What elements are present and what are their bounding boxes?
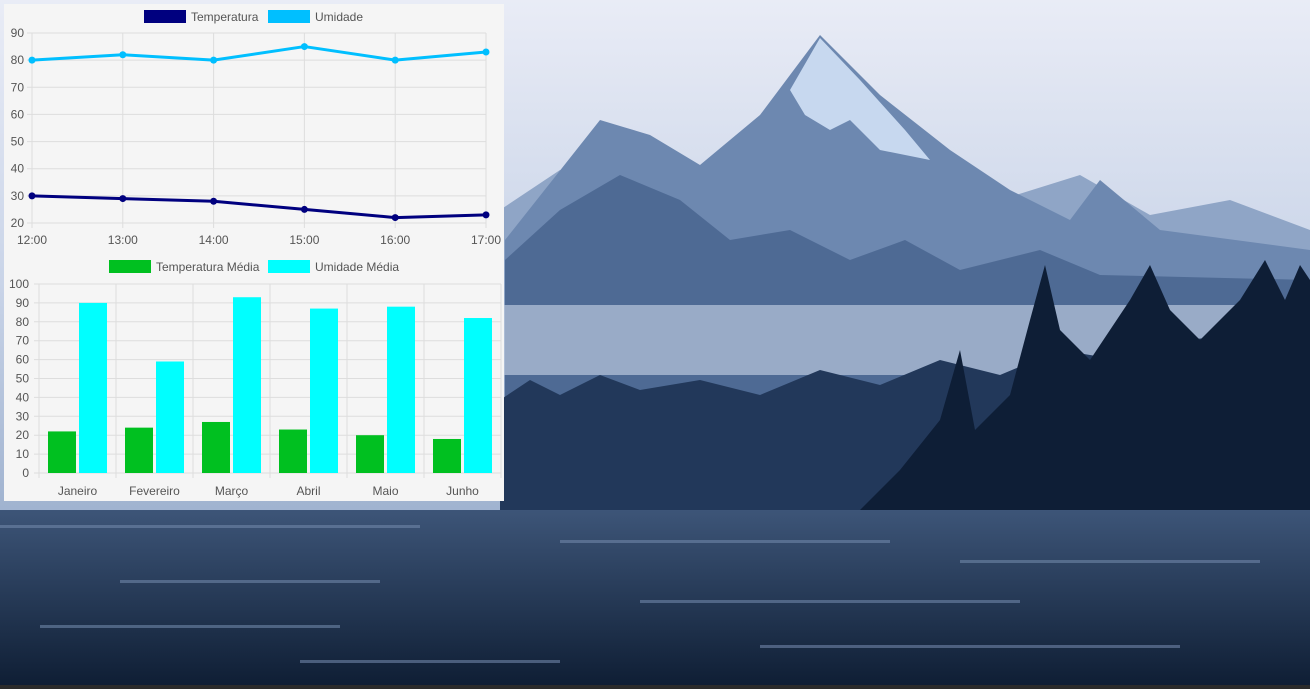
bar-chart-legend[interactable]: Temperatura Média Umidade Média [109,260,399,274]
bar-y-tick-label: 60 [16,353,30,367]
line-point-temperatura[interactable] [210,197,218,205]
line-chart-y-axis: 20 30 40 50 60 70 80 90 [11,26,25,230]
line-point-umidade[interactable] [482,48,490,56]
legend-label-temperatura-media[interactable]: Temperatura Média [156,260,260,274]
bar-temperatura-media[interactable] [202,421,230,473]
bar-chart-x-axis: Janeiro Fevereiro Março Abril Maio Junho [58,484,479,498]
legend-swatch-temperatura-media[interactable] [109,260,151,273]
line-y-tick-label: 60 [11,107,25,121]
line-point-umidade[interactable] [28,56,36,64]
legend-swatch-umidade[interactable] [268,10,310,23]
bar-umidade-media[interactable] [79,302,107,473]
line-chart-series [28,43,490,222]
bar-y-tick-label: 70 [16,334,30,348]
bar-y-tick-label: 80 [16,315,30,329]
line-x-tick-label: 13:00 [108,233,138,247]
legend-label-temperatura[interactable]: Temperatura [191,10,259,24]
line-series-temperatura [31,194,487,220]
line-y-tick-label: 90 [11,26,25,40]
line-chart-temperatura-umidade: Temperatura Umidade 20 30 40 50 60 70 80 90 12:… [11,10,501,247]
line-point-umidade[interactable] [119,51,127,59]
line-point-umidade[interactable] [210,56,218,64]
bar-x-tick-label: Junho [446,484,479,498]
bar-umidade-media[interactable] [310,308,338,473]
bar-umidade-media[interactable] [233,297,261,473]
bar-x-tick-label: Março [215,484,249,498]
bar-x-tick-label: Abril [296,484,320,498]
legend-swatch-temperatura[interactable] [144,10,186,23]
bar-y-tick-label: 10 [16,447,30,461]
line-point-temperatura[interactable] [300,205,308,213]
charts-panel: Temperatura Umidade 20 30 40 50 60 70 80 90 12:… [4,4,504,501]
bar-y-tick-label: 40 [16,390,30,404]
bar-umidade-media[interactable] [464,318,492,473]
line-y-tick-label: 30 [11,189,25,203]
line-point-temperatura[interactable] [391,214,399,222]
legend-label-umidade-media[interactable]: Umidade Média [315,260,399,274]
bar-umidade-media[interactable] [387,306,415,473]
bar-umidade-media[interactable] [156,361,184,473]
line-y-tick-label: 70 [11,80,25,94]
line-y-tick-label: 40 [11,162,25,176]
bar-temperatura-media[interactable] [279,429,307,473]
bar-x-tick-label: Janeiro [58,484,98,498]
bar-y-tick-label: 20 [16,428,30,442]
bar-chart-bars [48,297,492,473]
line-point-temperatura[interactable] [119,195,127,203]
bar-temperatura-media[interactable] [433,438,461,473]
bar-y-tick-label: 50 [16,372,30,386]
line-x-tick-label: 17:00 [471,233,501,247]
taskbar-edge [0,685,1310,689]
bar-y-tick-label: 90 [16,296,30,310]
line-x-tick-label: 15:00 [289,233,319,247]
lake [0,510,1310,689]
line-point-umidade[interactable] [391,56,399,64]
legend-swatch-umidade-media[interactable] [268,260,310,273]
line-series-umidade [31,45,487,62]
line-point-temperatura[interactable] [482,211,490,219]
line-chart-legend[interactable]: Temperatura Umidade [144,10,363,24]
line-x-tick-label: 14:00 [199,233,229,247]
bar-temperatura-media[interactable] [125,427,153,473]
bar-x-tick-label: Fevereiro [129,484,180,498]
line-point-temperatura[interactable] [28,192,36,200]
bar-y-tick-label: 30 [16,409,30,423]
bar-temperatura-media[interactable] [356,435,384,473]
bar-y-tick-label: 100 [9,277,29,291]
line-point-umidade[interactable] [300,43,308,51]
bar-temperatura-media[interactable] [48,431,76,473]
bar-y-tick-label: 0 [22,466,29,480]
line-y-tick-label: 80 [11,53,25,67]
line-y-tick-label: 20 [11,216,25,230]
bar-x-tick-label: Maio [372,484,398,498]
line-chart-x-axis: 12:00 13:00 14:00 15:00 16:00 17:00 [17,233,501,247]
line-y-tick-label: 50 [11,135,25,149]
bar-chart-y-axis: 0 10 20 30 40 50 60 70 80 90 100 [9,277,29,480]
line-x-tick-label: 16:00 [380,233,410,247]
legend-label-umidade[interactable]: Umidade [315,10,363,24]
line-x-tick-label: 12:00 [17,233,47,247]
